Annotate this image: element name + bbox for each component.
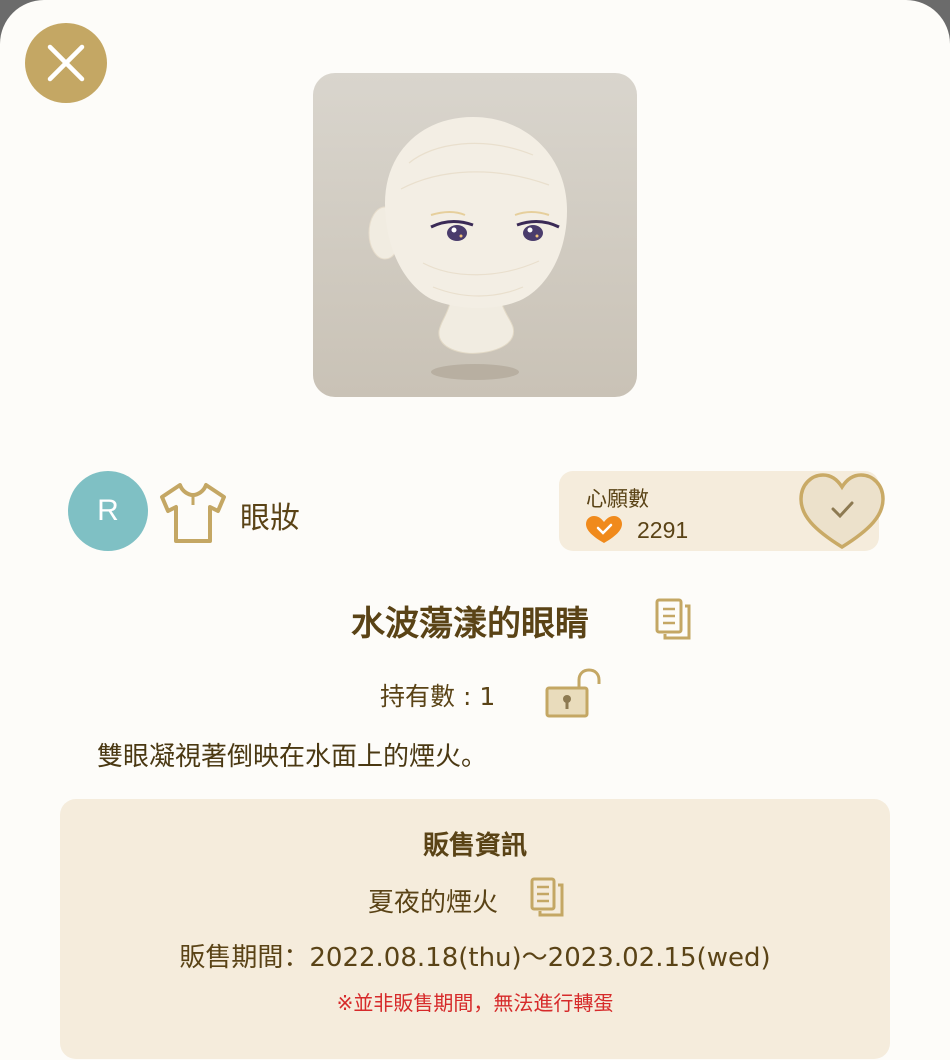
sale-event-name: 夏夜的煙火: [368, 888, 499, 918]
category-label: 眼妝: [240, 501, 300, 536]
heart-check-small-icon: [586, 516, 622, 543]
item-detail-sheet: R 眼妝 心願數 2291 水波蕩漾的眼睛 持有數 : 1 雙眼凝視著倒映在水面…: [0, 0, 950, 1060]
sale-warning-note: ※並非販售期間，無法進行轉蛋: [336, 991, 614, 1015]
sale-info-panel: 販售資訊 夏夜的煙火 販售期間：2022.08.18(thu)～2023.02.…: [60, 799, 890, 1059]
copy-icon[interactable]: [655, 598, 691, 640]
item-preview-image: [313, 73, 637, 397]
mannequin-head-illustration: [368, 117, 567, 380]
sale-info-title: 販售資訊: [422, 831, 527, 861]
rarity-badge: R: [68, 471, 148, 551]
shirt-icon: [160, 483, 226, 543]
close-button[interactable]: [25, 23, 107, 103]
wishlist-box: 心願數 2291: [559, 471, 885, 551]
unlocked-padlock-icon[interactable]: [545, 668, 601, 718]
item-title: 水波蕩漾的眼睛: [351, 604, 589, 644]
close-icon: [47, 44, 85, 82]
copy-icon[interactable]: [530, 877, 564, 917]
item-description: 雙眼凝視著倒映在水面上的煙火。: [97, 742, 488, 772]
owned-count: 持有數 : 1: [380, 682, 496, 711]
wishlist-count: 2291: [637, 517, 689, 543]
sale-period: 販售期間：2022.08.18(thu)～2023.02.15(wed): [179, 943, 771, 973]
wishlist-title: 心願數: [586, 487, 649, 511]
wishlist-heart-button[interactable]: [797, 471, 887, 551]
